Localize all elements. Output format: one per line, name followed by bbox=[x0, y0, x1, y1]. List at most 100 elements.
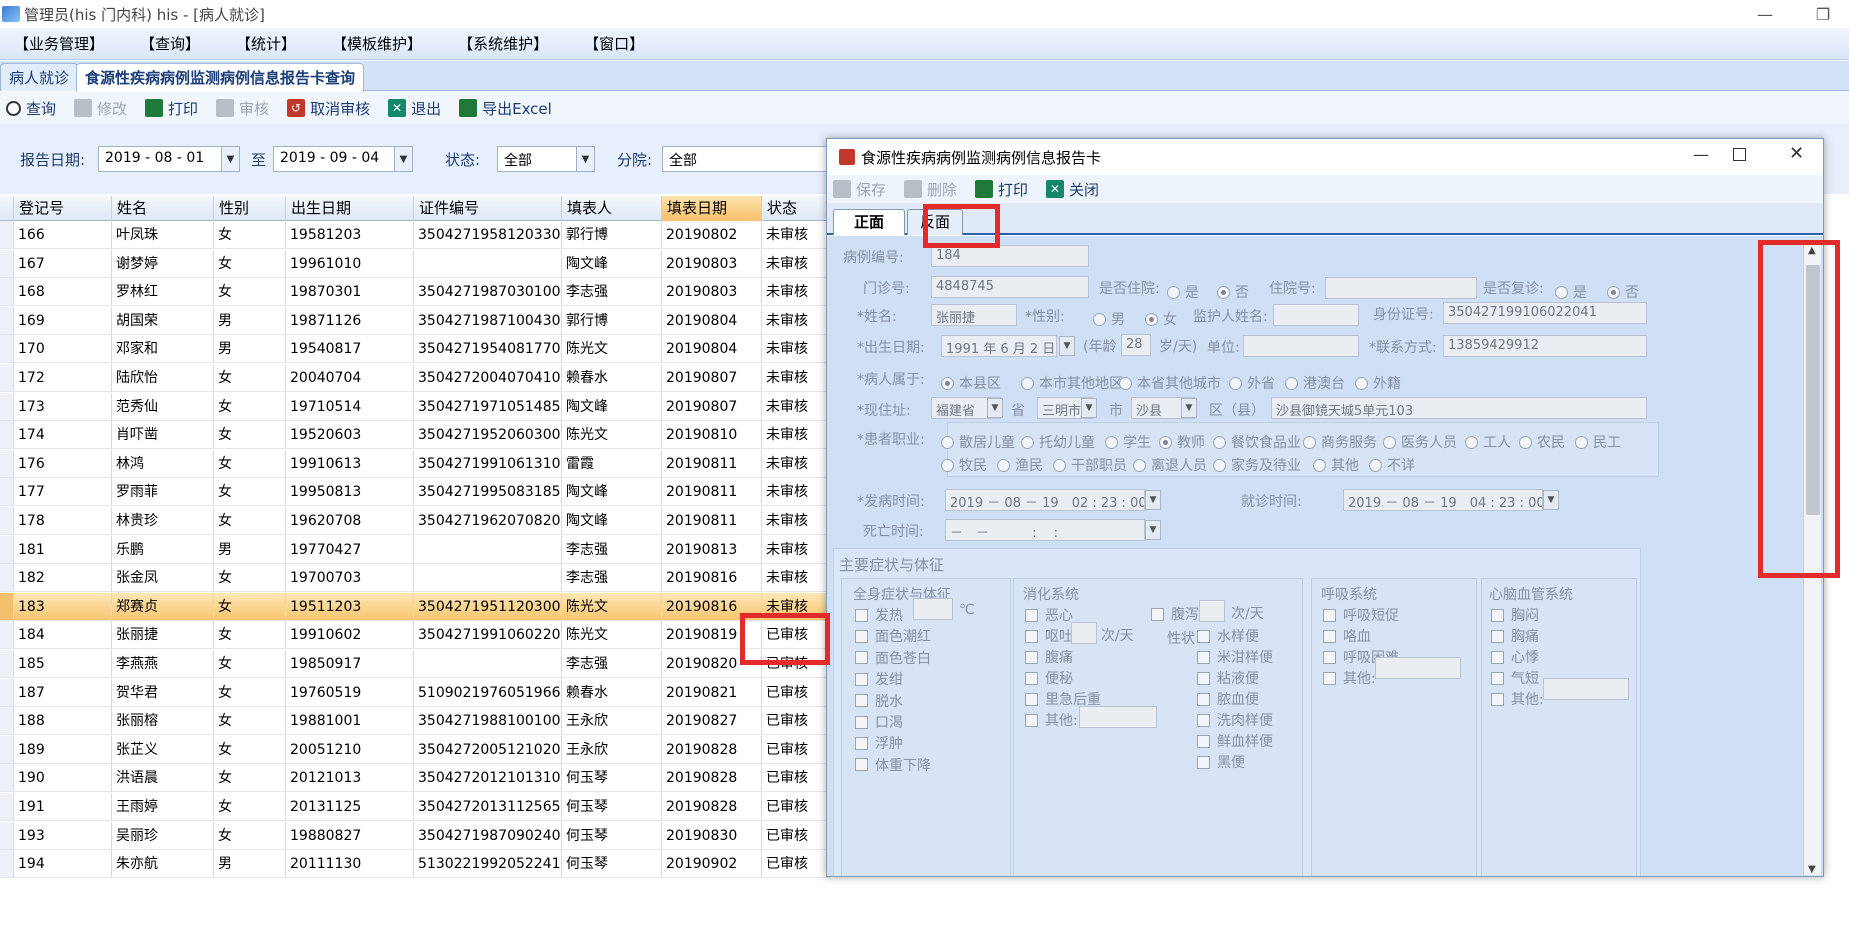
symptom-checkbox[interactable]: 咯血 bbox=[1323, 626, 1371, 646]
option-radio[interactable]: 牧民 bbox=[941, 455, 987, 475]
approve-button[interactable]: 审核 bbox=[216, 98, 269, 119]
onset-field[interactable]: 2019 － 08 － 19 02 : 23 : 00 bbox=[945, 489, 1145, 511]
tab-back[interactable]: 反面 bbox=[907, 209, 964, 235]
id-field[interactable]: 350427199106022041 bbox=[1443, 302, 1647, 324]
option-radio[interactable]: 农民 bbox=[1519, 432, 1565, 452]
symptom-checkbox[interactable]: 腹痛 bbox=[1025, 647, 1073, 667]
symptom-checkbox[interactable]: 体重下降 bbox=[855, 755, 931, 775]
menu-system[interactable]: 【系统维护】 bbox=[444, 33, 570, 54]
scroll-down-icon[interactable]: ▼ bbox=[1808, 864, 1816, 875]
symptom-checkbox[interactable]: 鲜血样便 bbox=[1197, 731, 1273, 751]
symptom-checkbox[interactable]: 面色苍白 bbox=[855, 648, 931, 668]
table-row[interactable]: 177 罗雨菲女 19950813 350427199508318​54x 陶文峰 201… bbox=[0, 478, 830, 507]
gender-male-radio[interactable]: 男 bbox=[1093, 309, 1125, 329]
option-radio[interactable]: 港澳台 bbox=[1285, 373, 1345, 393]
row-indicator[interactable] bbox=[0, 335, 14, 364]
dob-dropdown-icon[interactable]: ▼ bbox=[1059, 336, 1075, 356]
table-row[interactable]: 181 乐鹏男 19770427 李志强 20190813 未审核 bbox=[0, 535, 830, 564]
edit-button[interactable]: 修改 bbox=[74, 98, 127, 119]
option-radio[interactable]: 离退人员 bbox=[1133, 455, 1207, 475]
table-row[interactable]: 193吴丽珍女19880827350427198709024025何玉琴2019… bbox=[0, 821, 830, 850]
symptom-checkbox[interactable]: 气短 bbox=[1491, 668, 1539, 688]
col-name-header[interactable]: 姓名 bbox=[112, 196, 214, 221]
row-indicator[interactable] bbox=[0, 678, 14, 707]
col-idno-header[interactable]: 证件编号 bbox=[414, 196, 562, 221]
table-row[interactable]: 172陆欣怡女20040704350427200407041022赖春水2019… bbox=[0, 364, 830, 392]
symptom-checkbox[interactable]: 胸闷 bbox=[1491, 605, 1539, 625]
row-indicator[interactable] bbox=[0, 592, 14, 621]
fever-field[interactable] bbox=[913, 598, 953, 620]
maximize-icon[interactable] bbox=[1733, 148, 1746, 161]
row-indicator[interactable] bbox=[0, 735, 14, 764]
symptom-checkbox[interactable]: 面色潮红 bbox=[855, 626, 931, 646]
symptom-checkbox[interactable]: 黑便 bbox=[1197, 752, 1245, 772]
table-row[interactable]: 166叶凤珠女19581203350427195812033022郭行博2019… bbox=[0, 221, 830, 249]
table-row[interactable]: 170邓家和男19540817350427195408177016陈光文2019… bbox=[0, 335, 830, 364]
scroll-up-icon[interactable]: ▲ bbox=[1808, 245, 1816, 256]
table-row[interactable]: 189张芷义女20051210350427200512102042王永欣2019… bbox=[0, 735, 830, 764]
status-dropdown-icon[interactable]: ▼ bbox=[576, 147, 594, 171]
table-row[interactable]: 184张丽捷女19910602350427199106022041陈光文2019… bbox=[0, 621, 830, 650]
revisit-no-radio[interactable]: 否 bbox=[1607, 282, 1639, 302]
symptom-checkbox[interactable]: 脓血便 bbox=[1197, 689, 1259, 709]
query-button[interactable]: 查询 bbox=[6, 98, 56, 119]
table-row[interactable]: 187贺华君女19760519510902197605196629赖春水2019… bbox=[0, 678, 830, 707]
table-row[interactable]: 169胡国荣男19871126350427198710043055郭行博2019… bbox=[0, 306, 830, 335]
option-radio[interactable]: 工人 bbox=[1465, 432, 1511, 452]
option-radio[interactable]: 散居儿童 bbox=[941, 432, 1015, 452]
clinic-no-field[interactable]: 4848745 bbox=[931, 276, 1089, 298]
symptom-checkbox[interactable]: 心悸 bbox=[1491, 647, 1539, 667]
onset-dropdown-icon[interactable]: ▼ bbox=[1145, 490, 1161, 510]
cardio-other-field[interactable] bbox=[1543, 678, 1629, 700]
row-indicator[interactable] bbox=[0, 535, 14, 564]
option-radio[interactable]: 餐饮食品业 bbox=[1213, 432, 1301, 452]
row-indicator[interactable] bbox=[0, 278, 14, 307]
dob-field[interactable]: 1991 年 6 月 2 日 bbox=[941, 335, 1057, 357]
age-field[interactable]: 28 bbox=[1121, 334, 1151, 356]
death-dropdown-icon[interactable]: ▼ bbox=[1145, 520, 1161, 540]
row-indicator[interactable] bbox=[0, 850, 14, 879]
date-from-field[interactable]: 2019 - 08 - 01 bbox=[98, 146, 240, 172]
row-indicator[interactable] bbox=[0, 221, 14, 249]
row-indicator[interactable] bbox=[0, 707, 14, 736]
option-radio[interactable]: 商务服务 bbox=[1303, 432, 1377, 452]
option-radio[interactable]: 本县区 bbox=[941, 373, 1001, 393]
table-row[interactable]: 182 张金凤女 19700703 李志强 20190816 未审核 bbox=[0, 564, 830, 593]
tab-patient-visit[interactable]: 病人就诊 bbox=[0, 63, 79, 91]
option-radio[interactable]: 托幼儿童 bbox=[1021, 432, 1095, 452]
visit-dropdown-icon[interactable]: ▼ bbox=[1543, 490, 1559, 510]
row-indicator[interactable] bbox=[0, 364, 14, 392]
province-dropdown-icon[interactable]: ▼ bbox=[987, 398, 1003, 418]
menu-statistics[interactable]: 【统计】 bbox=[222, 33, 318, 54]
visit-field[interactable]: 2019 － 08 － 19 04 : 23 : 00 bbox=[1343, 489, 1543, 511]
menu-query[interactable]: 【查询】 bbox=[126, 33, 222, 54]
hospital-select[interactable]: 全部 bbox=[662, 146, 830, 172]
table-row[interactable]: 176林鸿女19910613350427199106131029雷霞201908… bbox=[0, 449, 830, 478]
unit-field[interactable] bbox=[1243, 335, 1359, 357]
symptom-checkbox[interactable]: 脱水 bbox=[855, 691, 903, 711]
diarrhea-field[interactable] bbox=[1199, 600, 1225, 622]
option-radio[interactable]: 渔民 bbox=[997, 455, 1043, 475]
date-to-field[interactable]: 2019 - 09 - 04 bbox=[273, 146, 413, 172]
option-radio[interactable]: 医务人员 bbox=[1383, 432, 1457, 452]
row-indicator[interactable] bbox=[0, 650, 14, 678]
option-radio[interactable]: 其他 bbox=[1313, 455, 1359, 475]
dialog-print-button[interactable]: 打印 bbox=[975, 179, 1028, 200]
dialog-close-button[interactable]: ✕ 关闭 bbox=[1046, 179, 1099, 200]
symptom-checkbox[interactable]: 水样便 bbox=[1197, 626, 1259, 646]
date-from-dropdown-icon[interactable]: ▼ bbox=[221, 147, 239, 171]
option-radio[interactable]: 本省其他城市 bbox=[1119, 373, 1221, 393]
restore-icon[interactable]: ❐ bbox=[1800, 0, 1846, 28]
death-field[interactable]: － － : : bbox=[945, 519, 1145, 541]
inpatient-no-field[interactable] bbox=[1325, 277, 1477, 299]
row-indicator[interactable] bbox=[0, 449, 14, 478]
symptom-checkbox[interactable]: 发绀 bbox=[855, 669, 903, 689]
city-dropdown-icon[interactable]: ▼ bbox=[1081, 398, 1097, 418]
row-indicator[interactable] bbox=[0, 821, 14, 850]
col-regno-header[interactable]: 登记号 bbox=[14, 196, 112, 221]
option-radio[interactable]: 本市其他地区 bbox=[1021, 373, 1123, 393]
option-radio[interactable]: 不详 bbox=[1369, 455, 1415, 475]
diarrhea-checkbox[interactable]: 腹泻 bbox=[1151, 604, 1199, 624]
symptom-checkbox[interactable]: 其他: bbox=[1025, 710, 1078, 730]
option-radio[interactable]: 学生 bbox=[1105, 432, 1151, 452]
